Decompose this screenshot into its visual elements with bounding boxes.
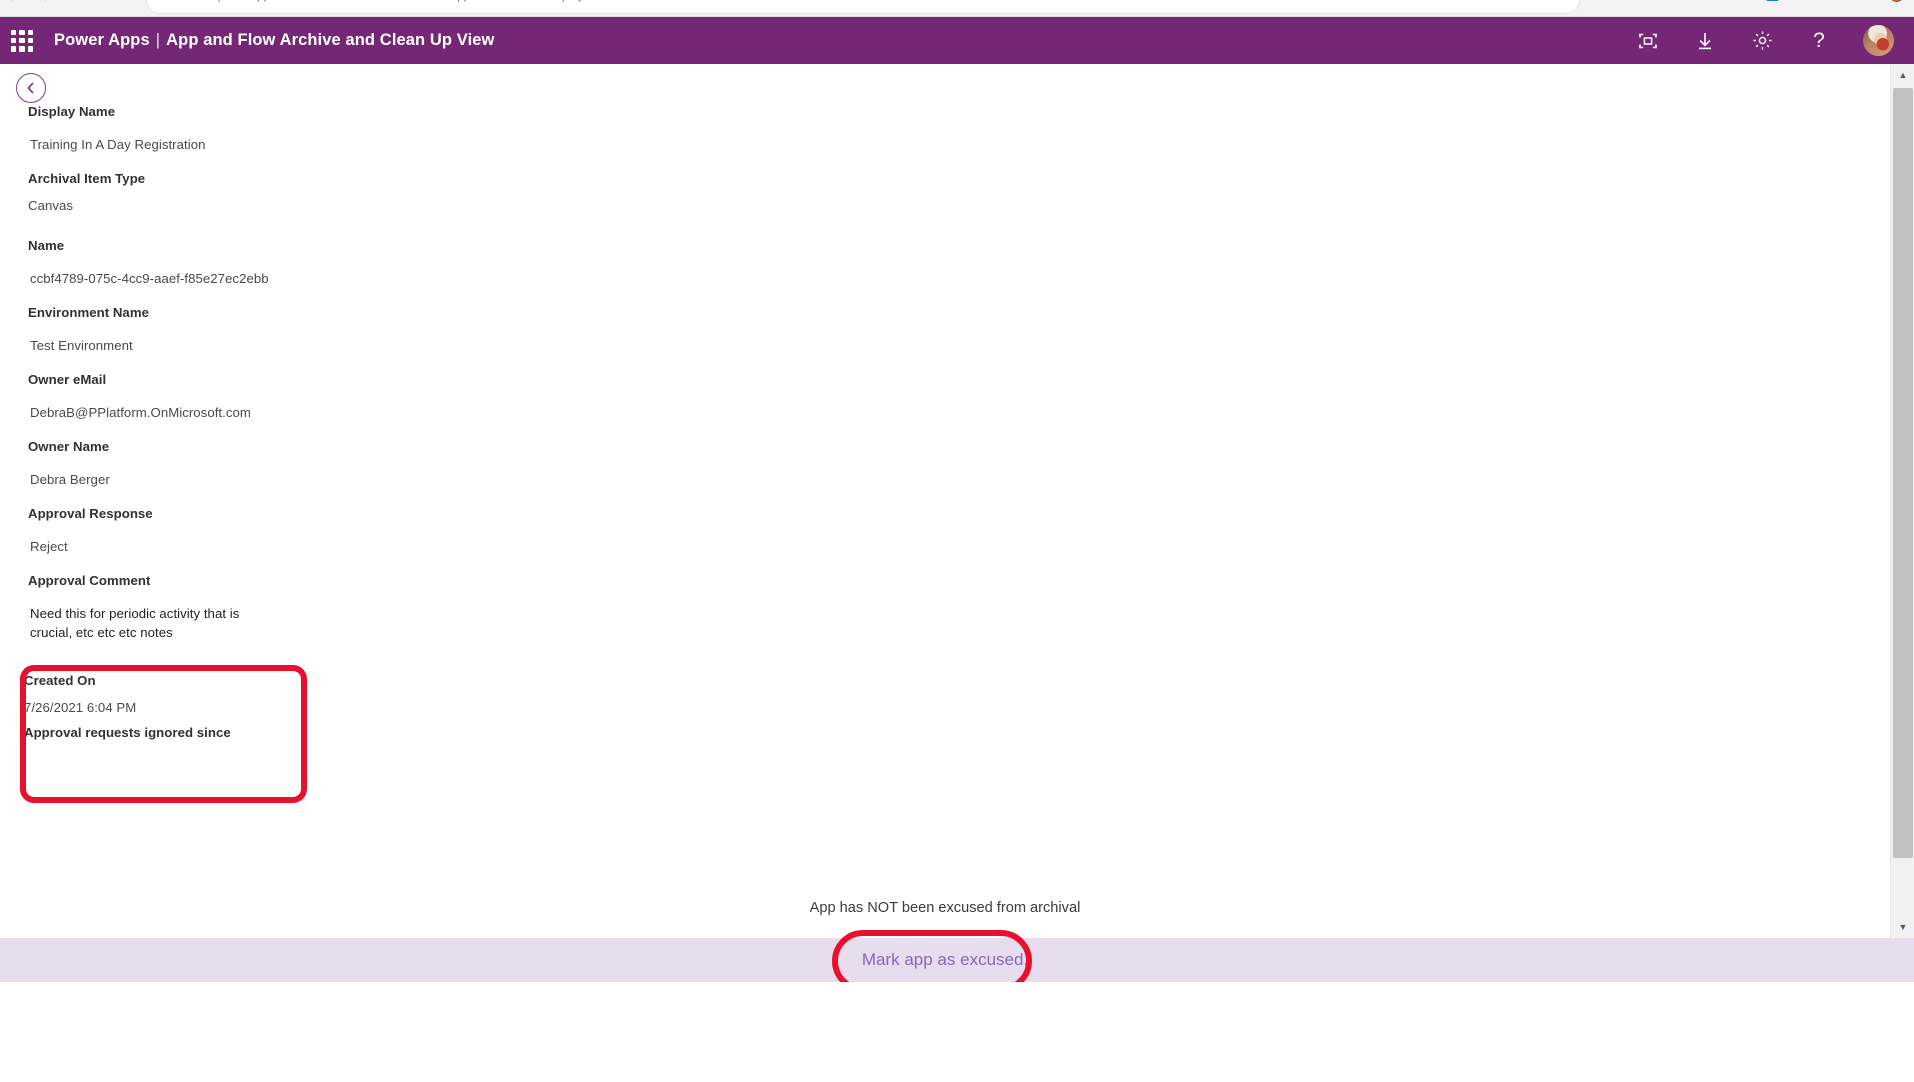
vertical-scrollbar[interactable]: ▲ ▼ bbox=[1890, 64, 1914, 938]
label-environment-name: Environment Name bbox=[28, 305, 149, 320]
label-approval-requests-ignored-since: Approval requests ignored since bbox=[24, 725, 231, 740]
field-approval-requests-ignored-since: Approval requests ignored since bbox=[0, 725, 231, 740]
value-name: ccbf4789-075c-4cc9-aaef-f85e27ec2ebb bbox=[30, 271, 269, 286]
waffle-grid-icon[interactable] bbox=[11, 29, 33, 52]
blue-badge-icon[interactable] bbox=[1765, 0, 1779, 1]
label-display-name: Display Name bbox=[28, 104, 116, 119]
value-approval-comment: Need this for periodic activity that is … bbox=[30, 606, 240, 641]
field-display-name: Display Name Training In A Day Registrat… bbox=[0, 104, 205, 152]
page-icon: ☐ bbox=[161, 0, 171, 3]
value-approval-response: Reject bbox=[30, 539, 68, 554]
page-title: App and Flow Archive and Clean Up View bbox=[166, 31, 495, 49]
fullscreen-icon[interactable] bbox=[1635, 28, 1661, 54]
label-approval-comment: Approval Comment bbox=[28, 573, 151, 588]
browser-avatar-icon[interactable] bbox=[1889, 0, 1904, 2]
below-action-bar-area bbox=[0, 982, 1914, 1082]
browser-forward-icon[interactable]: → bbox=[37, 0, 50, 4]
brand-name: Power Apps bbox=[54, 31, 150, 49]
mark-app-as-excused-button[interactable]: Mark app as excused. bbox=[0, 938, 1890, 982]
field-archival-item-type: Archival Item Type Canvas bbox=[0, 171, 145, 213]
label-created-on: Created On bbox=[24, 673, 96, 688]
back-button[interactable] bbox=[16, 73, 46, 103]
field-approval-response: Approval Response Reject bbox=[0, 506, 153, 554]
browser-back-icon[interactable]: ← bbox=[8, 0, 21, 4]
value-archival-item-type: Canvas bbox=[28, 198, 74, 213]
field-name: Name ccbf4789-075c-4cc9-aaef-f85e27ec2eb… bbox=[0, 238, 269, 286]
header-icon-group: ? bbox=[1635, 25, 1894, 56]
downloads-icon[interactable]: ↧ bbox=[1865, 0, 1875, 2]
gear-icon[interactable] bbox=[1749, 28, 1775, 54]
download-icon[interactable] bbox=[1692, 28, 1718, 54]
browser-chrome: ← → ↻ ☐ make.powerapps.com/environments/… bbox=[0, 0, 1914, 17]
app-header: Power Apps | App and Flow Archive and Clea… bbox=[0, 17, 1914, 64]
field-owner-email: Owner eMail DebraB@PPlatform.OnMicrosoft… bbox=[0, 372, 251, 420]
value-display-name: Training In A Day Registration bbox=[30, 137, 206, 152]
field-environment-name: Environment Name Test Environment bbox=[0, 305, 149, 353]
browser-nav-buttons[interactable]: ← → ↻ bbox=[8, 0, 77, 4]
app-canvas: Display Name Training In A Day Registrat… bbox=[0, 64, 1914, 1082]
status-text: App has NOT been excused from archival bbox=[809, 900, 1081, 916]
scroll-up-arrow-icon[interactable]: ▲ bbox=[1891, 64, 1914, 86]
browser-menu-icon[interactable]: ⋮ bbox=[1839, 0, 1851, 2]
field-created-on: Created On 7/26/2021 6:04 PM bbox=[0, 673, 136, 715]
scroll-down-arrow-icon[interactable]: ▼ bbox=[1891, 916, 1914, 938]
label-approval-response: Approval Response bbox=[28, 506, 153, 521]
scrollbar-thumb[interactable] bbox=[1893, 88, 1913, 858]
label-owner-email: Owner eMail bbox=[28, 372, 107, 387]
browser-reload-icon[interactable]: ↻ bbox=[66, 0, 77, 4]
value-owner-email: DebraB@PPlatform.OnMicrosoft.com bbox=[30, 405, 251, 420]
field-owner-name: Owner Name Debra Berger bbox=[0, 439, 110, 487]
value-environment-name: Test Environment bbox=[30, 338, 133, 353]
title-separator: | bbox=[155, 31, 161, 49]
browser-address-bar[interactable]: ☐ make.powerapps.com/environments/Defaul… bbox=[146, 0, 1580, 14]
field-approval-comment: Approval Comment Need this for periodic … bbox=[0, 573, 260, 642]
avatar[interactable] bbox=[1863, 25, 1894, 56]
browser-toolbar-right[interactable]: ☵ ☆ ● ⋮ ↧ bbox=[1741, 0, 1904, 2]
app-title-bar: Power Apps | App and Flow Archive and Clea… bbox=[54, 31, 495, 50]
help-icon[interactable]: ? bbox=[1806, 28, 1832, 54]
address-bar-text: make.powerapps.com/environments/Default-… bbox=[185, 0, 584, 2]
extension-puzzle-icon[interactable]: ☵ bbox=[1741, 0, 1752, 2]
value-owner-name: Debra Berger bbox=[30, 472, 110, 487]
label-archival-item-type: Archival Item Type bbox=[28, 171, 146, 186]
label-owner-name: Owner Name bbox=[28, 439, 110, 454]
label-name: Name bbox=[28, 238, 65, 253]
profile-icon[interactable]: ● bbox=[1818, 0, 1825, 2]
value-created-on: 7/26/2021 6:04 PM bbox=[24, 700, 137, 715]
bookmark-icon[interactable]: ☆ bbox=[1793, 0, 1804, 2]
